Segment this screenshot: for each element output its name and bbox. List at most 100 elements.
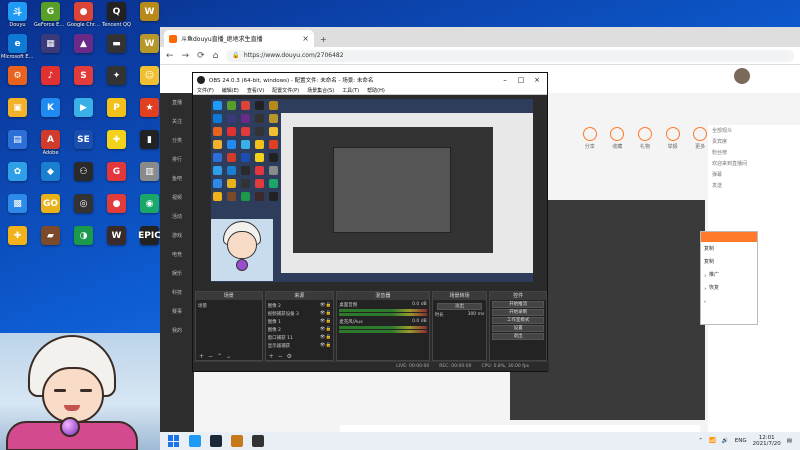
network-icon[interactable]: 📶 [709,438,716,444]
input-language[interactable]: ENG [735,438,747,444]
volume-icon[interactable]: 🔊 [722,438,729,444]
desktop-icon[interactable]: ▰ [34,226,67,258]
eye-lock-icon[interactable]: 👁🔒 [320,319,331,325]
source-settings-icon[interactable]: ⚙ [287,353,292,360]
room-action[interactable]: 礼物 [635,127,655,153]
room-action[interactable]: 分享 [580,127,600,153]
eye-lock-icon[interactable]: 👁🔒 [320,311,331,317]
left-nav-item[interactable]: 赛事 [160,302,194,321]
browser-tab[interactable]: 斗鱼douyu直播_绝地求生直播 × [164,30,314,47]
edge-taskbar-icon[interactable] [189,435,201,447]
left-nav-item[interactable]: 关注 [160,112,194,131]
left-nav-item[interactable]: 排行 [160,150,194,169]
scene-item[interactable]: 场景 [198,302,260,310]
eye-lock-icon[interactable]: 👁🔒 [320,303,331,309]
tray-chevron-icon[interactable]: ⌃ [698,438,703,444]
desktop-icon[interactable]: ♪ [34,66,67,98]
obs-menu-item[interactable]: 配置文件(P) [272,87,299,94]
left-nav-item[interactable]: 直播 [160,93,194,112]
obs-taskbar-icon[interactable] [252,435,264,447]
volume-slider[interactable] [339,313,427,316]
desktop-icon[interactable]: A Adobe [34,130,67,162]
desktop-icon[interactable]: ✦ [100,66,133,98]
new-tab-button[interactable]: + [320,35,327,44]
control-button[interactable]: 开始推流 [492,301,544,308]
desktop-icon[interactable]: ▩ [1,194,34,226]
desktop-icon[interactable]: P [100,98,133,130]
reload-button[interactable]: ⟳ [197,51,205,61]
windows-start-icon[interactable] [168,435,180,447]
back-button[interactable]: ← [166,51,174,61]
left-nav-item[interactable]: 鱼吧 [160,169,194,188]
desktop-icon[interactable]: SE [67,130,100,162]
desktop-icon[interactable]: W [100,226,133,258]
source-item[interactable]: 图像 1 👁🔒 [268,318,332,326]
remove-source-button[interactable]: − [278,353,283,360]
source-item[interactable]: 视频捕获设备 3 👁🔒 [268,310,332,318]
tab-close-icon[interactable]: × [302,34,309,43]
room-action[interactable]: 举报 [663,127,683,153]
desktop-icon[interactable]: ▶ [67,98,100,130]
desktop-icon[interactable]: ▣ [1,98,34,130]
obs-menu-item[interactable]: 编辑(E) [222,87,239,94]
eye-lock-icon[interactable]: 👁🔒 [320,327,331,333]
move-up-icon[interactable]: ⌃ [217,353,222,360]
control-button[interactable]: 开始录制 [492,309,544,316]
left-nav-item[interactable]: 活动 [160,207,194,226]
eye-lock-icon[interactable]: 👁🔒 [320,335,331,341]
left-nav-item[interactable]: 视频 [160,188,194,207]
obs-menu-item[interactable]: 工具(T) [342,87,359,94]
left-nav-item[interactable]: 娱乐 [160,264,194,283]
desktop-icon[interactable]: 斗 Douyu [1,2,34,34]
maximize-button[interactable]: □ [515,76,527,84]
obs-menu-item[interactable]: 场景集合(S) [307,87,334,94]
url-field[interactable]: 🔒 https://www.douyu.com/2706482 [226,49,794,62]
desktop-icon[interactable]: Q Tencent QQ [100,2,133,34]
add-scene-button[interactable]: + [199,353,204,360]
desktop-icon[interactable]: ✚ [1,226,34,258]
source-item[interactable]: 显示器捕获 👁🔒 [268,342,332,350]
desktop-icon[interactable]: ▤ [1,130,34,162]
desktop-icon[interactable]: GO [34,194,67,226]
desktop-icon[interactable]: ● [100,194,133,226]
desktop-icon[interactable]: K [34,98,67,130]
steam-taskbar-icon[interactable] [210,435,222,447]
desktop-icon[interactable]: ⚙ [1,66,34,98]
desktop-icon[interactable]: ▲ [67,34,100,66]
control-button[interactable]: 工作室模式 [492,317,544,324]
left-nav-item[interactable]: 游戏 [160,226,194,245]
notification-icon[interactable]: ▤ [787,438,792,444]
home-button[interactable]: ⌂ [213,51,219,61]
duration-field[interactable]: 300 ms [468,312,485,318]
desktop-icon[interactable]: ◎ [67,194,100,226]
desktop-icon[interactable]: ▦ [34,34,67,66]
remove-scene-button[interactable]: − [208,353,213,360]
left-nav-item[interactable]: 分类 [160,131,194,150]
desktop-icon[interactable]: eMicrosoft Edge [1,34,34,66]
obs-preview[interactable] [211,99,533,282]
add-source-button[interactable]: + [269,353,274,360]
desktop-icon[interactable]: ✚ [100,130,133,162]
left-nav-item[interactable]: 电竞 [160,245,194,264]
source-item[interactable]: 图像 2 👁🔒 [268,302,332,310]
desktop-icon[interactable]: GGeForce Experience [34,2,67,34]
desktop-icon[interactable]: ⚇ [67,162,100,194]
desktop-icon[interactable]: S [67,66,100,98]
source-item[interactable]: 图像 2 👁🔒 [268,326,332,334]
desktop-icon[interactable]: ◑ [67,226,100,258]
eye-lock-icon[interactable]: 👁🔒 [320,343,331,349]
close-button[interactable]: × [531,76,543,84]
source-item[interactable]: 窗口捕获 11 👁🔒 [268,334,332,342]
obs-menu-item[interactable]: 文件(F) [197,87,214,94]
control-button[interactable]: 设置 [492,325,544,332]
desktop-icon[interactable]: G [100,162,133,194]
desktop-icon[interactable]: ◆ [34,162,67,194]
forward-button[interactable]: → [182,51,190,61]
move-down-icon[interactable]: ⌄ [226,353,231,360]
room-action[interactable]: 收藏 [608,127,628,153]
desktop-icon[interactable]: ●Google Chrome [67,2,100,34]
left-nav-item[interactable]: 我的 [160,321,194,340]
minimize-button[interactable]: – [499,76,511,84]
desktop-icon[interactable]: ▬ [100,34,133,66]
user-avatar[interactable] [734,68,750,84]
